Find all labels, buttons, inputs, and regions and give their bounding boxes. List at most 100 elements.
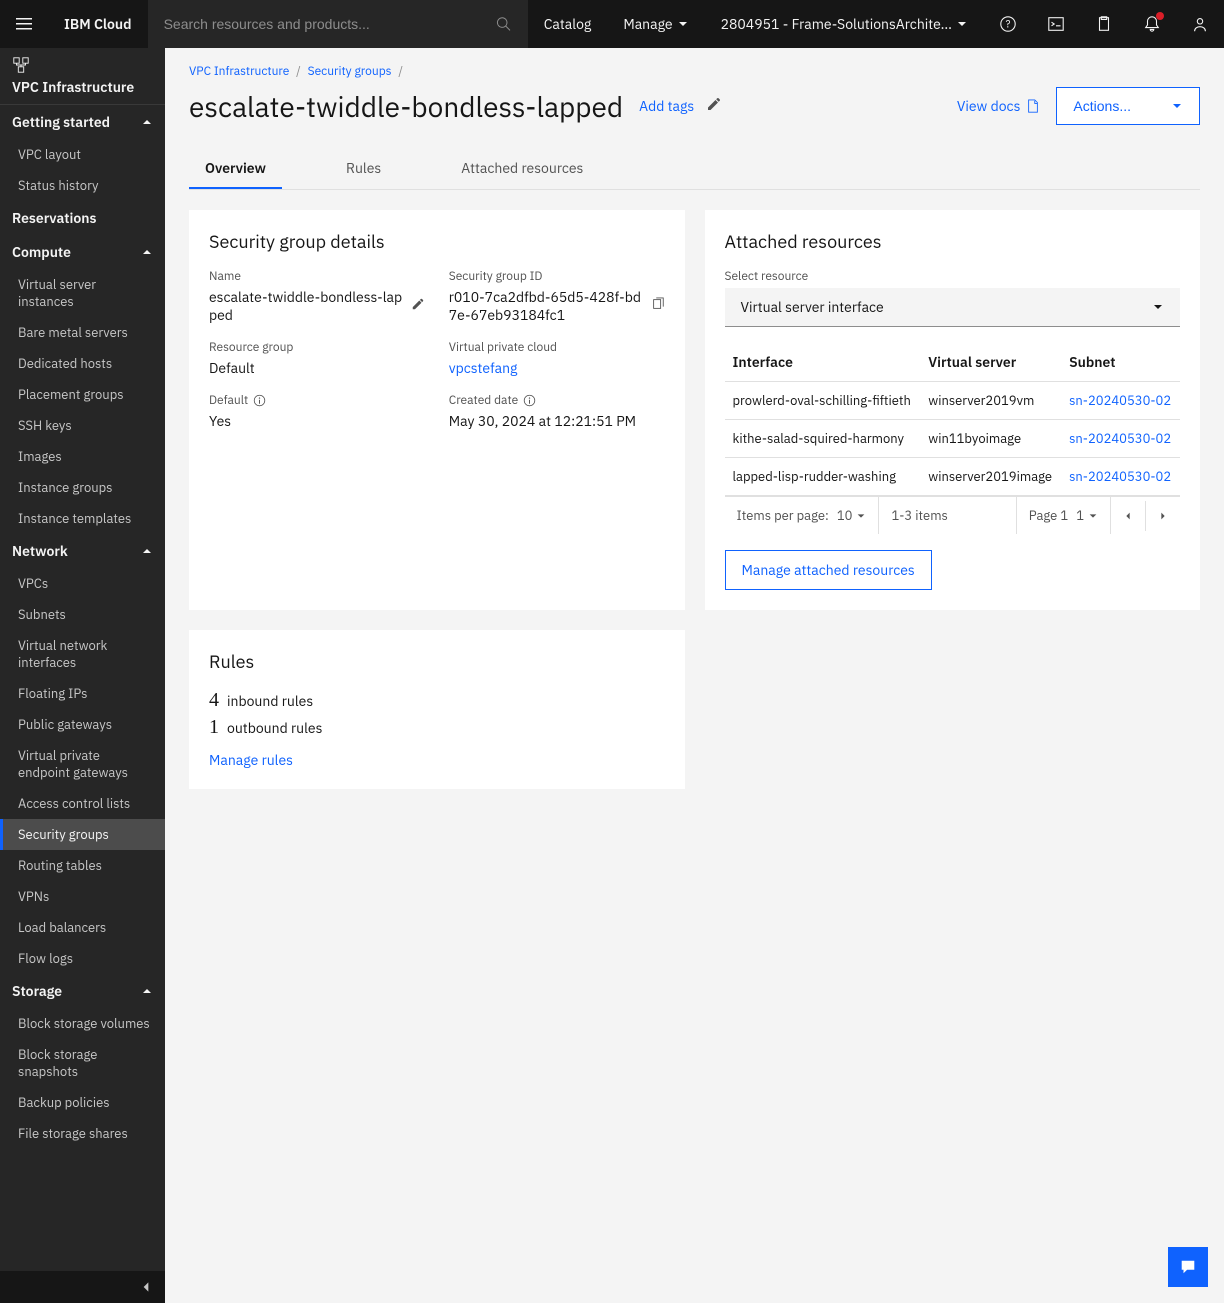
name-value: escalate-twiddle-bondless-lapped (209, 288, 403, 324)
next-page-button[interactable] (1146, 501, 1180, 531)
sidebar-section-compute[interactable]: Compute (0, 235, 165, 269)
sidebar-item[interactable]: Flow logs (0, 943, 165, 974)
chevron-left-icon (139, 1280, 153, 1294)
sidebar-collapse[interactable] (0, 1271, 165, 1303)
sidebar-item[interactable]: Virtual private endpoint gateways (0, 740, 165, 788)
outbound-count: 1 (209, 716, 219, 739)
sidebar-item[interactable]: Backup policies (0, 1087, 165, 1118)
sidebar-item[interactable]: Virtual network interfaces (0, 630, 165, 678)
manage-attached-button[interactable]: Manage attached resources (725, 550, 932, 590)
chat-button[interactable] (1168, 1247, 1208, 1287)
catalog-link[interactable]: Catalog (528, 15, 608, 33)
sidebar-section-label: Compute (12, 243, 71, 261)
chevron-down-icon (856, 511, 866, 521)
sidebar-item[interactable]: File storage shares (0, 1118, 165, 1149)
account-menu[interactable]: 2804951 - Frame-SolutionsArchite... (705, 15, 984, 33)
items-per-page-select[interactable]: 10 (837, 507, 867, 524)
items-per-page-label: Items per page: (737, 507, 829, 524)
details-card: Security group details Name escalate-twi… (189, 210, 685, 610)
col-vs: Virtual server (920, 343, 1061, 382)
default-info-icon[interactable] (252, 394, 266, 408)
sidebar-item[interactable]: Status history (0, 170, 165, 201)
sidebar-item[interactable]: Images (0, 441, 165, 472)
sidebar-item[interactable]: Routing tables (0, 850, 165, 881)
table-row: kithe-salad-squired-harmonywin11byoimage… (725, 420, 1181, 458)
sidebar-section-storage[interactable]: Storage (0, 974, 165, 1008)
sidebar-item[interactable]: Security groups (0, 819, 165, 850)
attached-title: Attached resources (725, 230, 1181, 253)
sidebar-item[interactable]: Public gateways (0, 709, 165, 740)
copy-sgid-button[interactable] (651, 297, 665, 315)
sidebar-item[interactable]: Instance groups (0, 472, 165, 503)
search-input[interactable] (164, 16, 497, 32)
cell-subnet-link[interactable]: sn-20240530-02 (1069, 468, 1171, 485)
notifications-icon-btn[interactable] (1128, 0, 1176, 48)
cost-icon-btn[interactable] (1080, 0, 1128, 48)
user-icon-btn[interactable] (1176, 0, 1224, 48)
add-tags-link[interactable]: Add tags (639, 97, 694, 115)
edit-tags-button[interactable] (706, 96, 722, 116)
page-select[interactable]: 1 (1076, 507, 1098, 524)
vpc-value-link[interactable]: vpcstefang (449, 359, 518, 377)
sidebar-item[interactable]: Virtual server instances (0, 269, 165, 317)
cell-subnet-link[interactable]: sn-20240530-02 (1069, 430, 1171, 447)
sidebar-item[interactable]: VPC layout (0, 139, 165, 170)
sidebar-section-getting-started[interactable]: Getting started (0, 105, 165, 139)
sidebar-item[interactable]: VPCs (0, 568, 165, 599)
sidebar-item[interactable]: Bare metal servers (0, 317, 165, 348)
caret-left-icon (1123, 511, 1133, 521)
chevron-down-icon (1152, 301, 1164, 313)
help-icon: ? (999, 15, 1017, 33)
shell-icon-btn[interactable] (1032, 0, 1080, 48)
sidebar-item[interactable]: Dedicated hosts (0, 348, 165, 379)
tab-rules[interactable]: Rules (330, 149, 397, 189)
sidebar-item[interactable]: VPNs (0, 881, 165, 912)
terminal-icon (1047, 15, 1065, 33)
search-box[interactable] (148, 0, 528, 48)
cell-interface: kithe-salad-squired-harmony (725, 420, 921, 458)
notification-dot (1156, 12, 1164, 20)
details-title: Security group details (209, 230, 665, 253)
hamburger-menu[interactable] (0, 0, 48, 48)
sidebar-item[interactable]: SSH keys (0, 410, 165, 441)
sidebar-item[interactable]: Load balancers (0, 912, 165, 943)
sidebar-item[interactable]: Block storage volumes (0, 1008, 165, 1039)
sidebar-item[interactable]: Floating IPs (0, 678, 165, 709)
rg-value: Default (209, 359, 425, 377)
brand[interactable]: IBM Cloud (48, 15, 148, 33)
breadcrumb-vpc[interactable]: VPC Infrastructure (189, 64, 289, 79)
sidebar-section-label: Getting started (12, 113, 110, 131)
prev-page-button[interactable] (1111, 501, 1146, 531)
select-resource-dropdown[interactable]: Virtual server interface (725, 288, 1181, 327)
sidebar-section-reservations[interactable]: Reservations (0, 201, 165, 235)
view-docs-link[interactable]: View docs (957, 97, 1041, 115)
sgid-value: r010-7ca2dfbd-65d5-428f-bd7e-67eb93184fc… (449, 288, 643, 324)
sidebar-item[interactable]: Access control lists (0, 788, 165, 819)
chevron-down-icon (956, 18, 968, 30)
cell-subnet-link[interactable]: sn-20240530-02 (1069, 392, 1171, 409)
tab-overview[interactable]: Overview (189, 149, 282, 189)
actions-button[interactable]: Actions... (1056, 87, 1200, 125)
breadcrumb-sg[interactable]: Security groups (308, 64, 392, 79)
manage-menu[interactable]: Manage (607, 15, 704, 33)
sidebar-section-label: Network (12, 542, 68, 560)
chevron-down-icon (677, 18, 689, 30)
tab-attached[interactable]: Attached resources (445, 149, 599, 189)
top-header: IBM Cloud Catalog Manage 2804951 - Frame… (0, 0, 1224, 48)
view-docs-label: View docs (957, 97, 1021, 115)
sidebar-section-network[interactable]: Network (0, 534, 165, 568)
name-label: Name (209, 269, 425, 284)
manage-rules-link[interactable]: Manage rules (209, 751, 293, 769)
range-label: 1-3 items (879, 497, 1016, 534)
help-icon-btn[interactable]: ? (984, 0, 1032, 48)
sidebar-item[interactable]: Instance templates (0, 503, 165, 534)
sidebar: VPC Infrastructure Getting started VPC l… (0, 48, 165, 1303)
sidebar-item[interactable]: Placement groups (0, 379, 165, 410)
edit-name-button[interactable] (411, 297, 425, 315)
search-icon (496, 16, 511, 32)
info-icon (253, 394, 266, 407)
sidebar-item[interactable]: Block storage snapshots (0, 1039, 165, 1087)
sidebar-item[interactable]: Subnets (0, 599, 165, 630)
inbound-label: inbound rules (227, 692, 313, 710)
created-info-icon[interactable] (522, 394, 536, 408)
